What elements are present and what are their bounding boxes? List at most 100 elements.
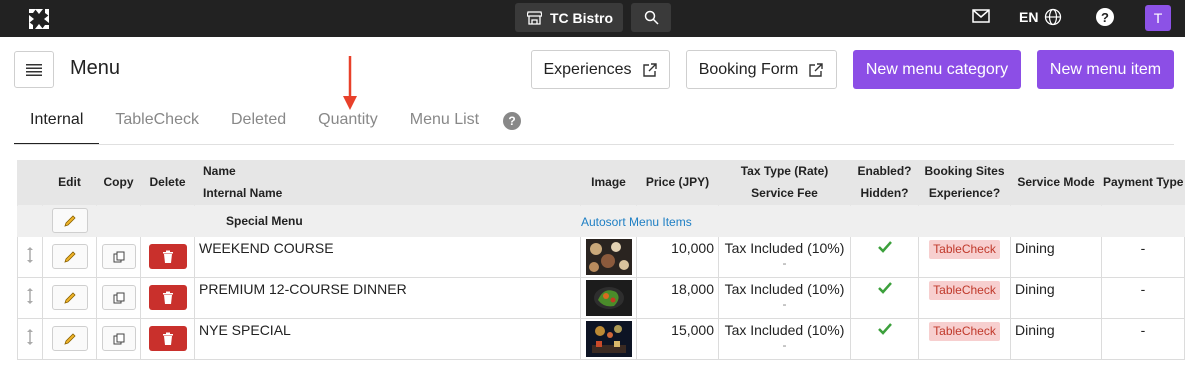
tab-menu-list[interactable]: Menu List — [394, 103, 495, 145]
item-name: PREMIUM 12-COURSE DINNER — [194, 276, 581, 319]
enabled-column-header: Enabled? Hidden? — [850, 160, 919, 205]
experiences-label: Experiences — [543, 60, 632, 78]
tax-column-header: Tax Type (Rate) Service Fee — [718, 160, 851, 205]
top-navbar: TC Bistro EN ? T — [0, 0, 1185, 37]
tab-quantity[interactable]: Quantity — [302, 103, 394, 145]
delete-button[interactable] — [148, 285, 187, 310]
item-name: WEEKEND COURSE — [194, 235, 581, 278]
mail-icon[interactable] — [972, 9, 990, 23]
help-icon[interactable]: ? — [503, 112, 521, 130]
copy-button[interactable] — [101, 244, 136, 269]
trash-icon — [162, 291, 173, 304]
page-title: Menu — [70, 57, 121, 79]
copy-icon — [113, 251, 124, 262]
name-header-label: Name — [203, 164, 236, 179]
tax-cell: Tax Included (10%) - — [718, 317, 851, 360]
booking-site-badge: TableCheck — [929, 239, 1000, 259]
edit-column-header: Edit — [42, 160, 97, 205]
payment-type: - — [1101, 235, 1185, 278]
copy-button[interactable] — [101, 326, 136, 351]
trash-icon — [162, 332, 173, 345]
pencil-icon — [63, 332, 76, 345]
external-link-icon — [809, 62, 823, 77]
tax-type: Tax Included (10%) — [724, 321, 845, 338]
menu-tabs: Internal TableCheck Deleted Quantity Men… — [14, 103, 495, 145]
pencil-icon — [63, 250, 76, 263]
edit-button[interactable] — [51, 285, 88, 310]
autosort-menu-items-link[interactable]: Autosort Menu Items — [581, 215, 692, 229]
item-price: 18,000 — [636, 276, 719, 319]
booking-site-badge: TableCheck — [929, 280, 1000, 300]
copy-icon — [113, 333, 124, 344]
menu-item-thumbnail[interactable] — [585, 238, 632, 275]
pencil-icon — [63, 291, 76, 304]
sidebar-toggle-button[interactable] — [14, 51, 54, 88]
checkmark-icon — [877, 240, 892, 253]
drag-handle-icon[interactable] — [26, 287, 34, 305]
hamburger-icon — [26, 63, 42, 76]
payment-type: - — [1101, 276, 1185, 319]
price-column-header: Price (JPY) — [636, 160, 719, 205]
tax-type: Tax Included (10%) — [724, 239, 845, 256]
globe-icon — [1045, 8, 1062, 26]
tabs-divider — [14, 144, 1174, 145]
item-price: 10,000 — [636, 235, 719, 278]
category-row: Special Menu Autosort Menu Items — [17, 204, 1185, 237]
booking-sites-column-header: Booking Sites Experience? — [918, 160, 1011, 205]
experiences-button[interactable]: Experiences — [531, 50, 670, 89]
service-mode: Dining — [1010, 317, 1102, 360]
delete-button[interactable] — [148, 326, 187, 351]
booking-form-button[interactable]: Booking Form — [686, 50, 837, 89]
store-icon — [527, 10, 542, 25]
copy-column-header: Copy — [96, 160, 141, 205]
language-code: EN — [1019, 9, 1039, 25]
tab-deleted[interactable]: Deleted — [215, 103, 302, 145]
payment-type-column-header: Payment Type — [1101, 160, 1185, 205]
avatar[interactable]: T — [1145, 5, 1171, 31]
edit-button[interactable] — [51, 326, 88, 351]
tab-internal[interactable]: Internal — [14, 103, 100, 145]
tablecheck-logo-icon[interactable] — [26, 6, 52, 32]
menu-item-thumbnail[interactable] — [585, 320, 632, 357]
service-mode-column-header: Service Mode — [1010, 160, 1102, 205]
tax-type: Tax Included (10%) — [724, 280, 845, 297]
edit-button[interactable] — [51, 244, 88, 269]
drag-column-header — [17, 160, 43, 205]
new-menu-item-button[interactable]: New menu item — [1037, 50, 1174, 89]
enabled-header-label: Enabled? — [857, 164, 912, 179]
table-row: PREMIUM 12-COURSE DINNER 18,000 Tax Incl… — [17, 276, 1185, 319]
service-fee: - — [782, 337, 787, 352]
pencil-icon — [63, 214, 76, 227]
delete-button[interactable] — [148, 244, 187, 269]
venue-selector[interactable]: TC Bistro — [515, 3, 623, 32]
menu-items-table: Edit Copy Delete Name Internal Name Imag… — [17, 160, 1185, 360]
item-price: 15,000 — [636, 317, 719, 360]
internal-name-header-label: Internal Name — [203, 186, 283, 201]
checkmark-icon — [877, 281, 892, 294]
table-row: NYE SPECIAL 15,000 Tax Included (10%) - … — [17, 317, 1185, 360]
category-name: Special Menu — [194, 204, 581, 237]
service-mode: Dining — [1010, 235, 1102, 278]
search-button[interactable] — [631, 3, 671, 32]
new-menu-category-button[interactable]: New menu category — [853, 50, 1021, 89]
tab-tablecheck[interactable]: TableCheck — [99, 103, 215, 145]
help-icon[interactable]: ? — [1096, 8, 1114, 26]
external-link-icon — [642, 62, 657, 77]
menu-item-thumbnail[interactable] — [585, 279, 632, 316]
language-selector[interactable]: EN — [1019, 8, 1062, 26]
tax-cell: Tax Included (10%) - — [718, 276, 851, 319]
trash-icon — [162, 250, 173, 263]
booking-sites-header-label: Booking Sites — [924, 164, 1005, 179]
hidden-header-label: Hidden? — [860, 186, 909, 201]
experience-header-label: Experience? — [928, 186, 1001, 201]
edit-category-button[interactable] — [51, 208, 88, 233]
table-row: WEEKEND COURSE 10,000 Tax Included (10%)… — [17, 235, 1185, 278]
drag-handle-icon[interactable] — [26, 246, 34, 264]
copy-button[interactable] — [101, 285, 136, 310]
tax-cell: Tax Included (10%) - — [718, 235, 851, 278]
name-column-header: Name Internal Name — [194, 160, 581, 205]
item-name: NYE SPECIAL — [194, 317, 581, 360]
tax-type-header-label: Tax Type (Rate) — [740, 164, 829, 179]
drag-handle-icon[interactable] — [26, 328, 34, 346]
table-header-row: Edit Copy Delete Name Internal Name Imag… — [17, 160, 1185, 205]
